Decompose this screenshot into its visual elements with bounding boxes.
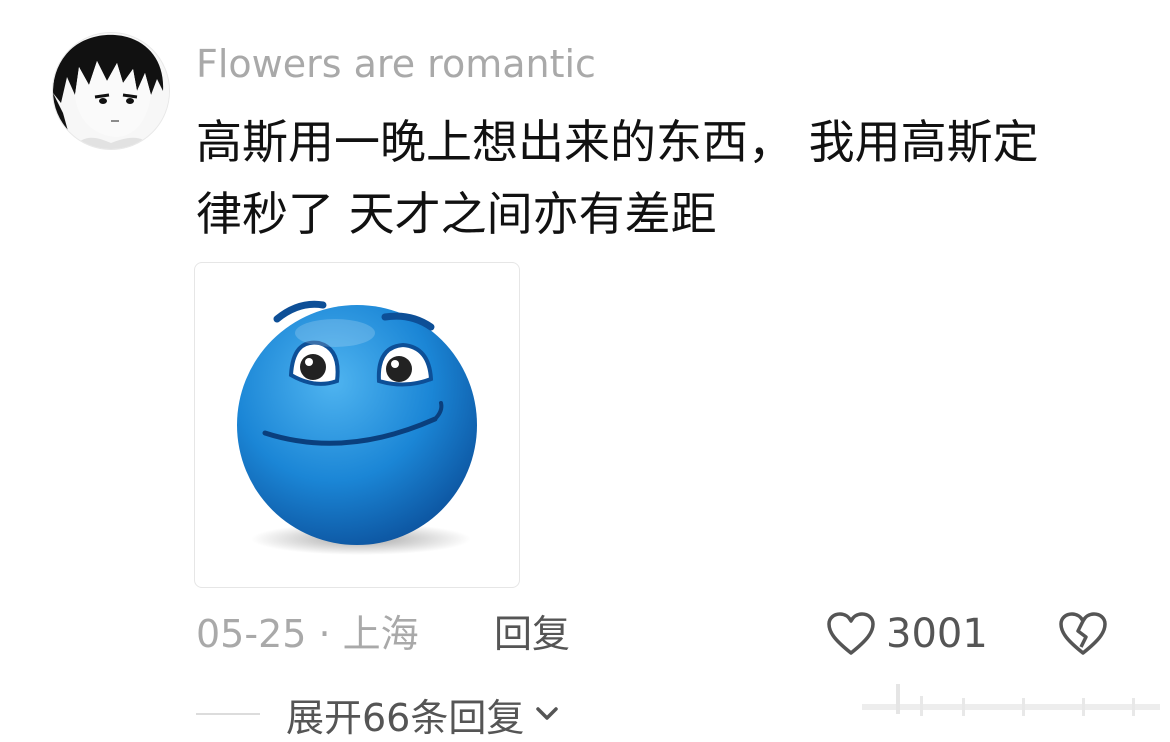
- comment-date-location: 05-25 · 上海: [196, 612, 419, 656]
- comment-text: 高斯用一晚上想出来的东西， 我用高斯定 律秒了 天才之间亦有差距: [196, 106, 1126, 250]
- broken-heart-icon: [1059, 612, 1107, 655]
- heart-outline-icon: [827, 612, 875, 655]
- like-button[interactable]: 3001: [826, 606, 988, 662]
- comment-line: 高斯用一晚上想出来的东西， 我用高斯定: [196, 115, 1039, 169]
- sticker-image[interactable]: [194, 262, 520, 588]
- chevron-down-icon: [536, 707, 559, 720]
- reply-button[interactable]: 回复: [494, 608, 570, 660]
- expand-divider: [196, 713, 260, 715]
- username[interactable]: Flowers are romantic: [196, 40, 596, 88]
- watermark-image: [862, 684, 1160, 716]
- expand-replies-label: 展开66条回复: [286, 695, 525, 740]
- comment-line: 律秒了 天才之间亦有差距: [196, 187, 717, 241]
- dislike-button[interactable]: [1056, 606, 1110, 662]
- expand-replies-button[interactable]: 展开66条回复: [286, 688, 560, 740]
- like-count: 3001: [886, 611, 988, 657]
- anime-avatar-icon: [53, 33, 169, 149]
- watermark-strip: [862, 684, 1160, 726]
- blue-smirk-emoji-icon: [237, 300, 477, 555]
- avatar[interactable]: [52, 32, 170, 150]
